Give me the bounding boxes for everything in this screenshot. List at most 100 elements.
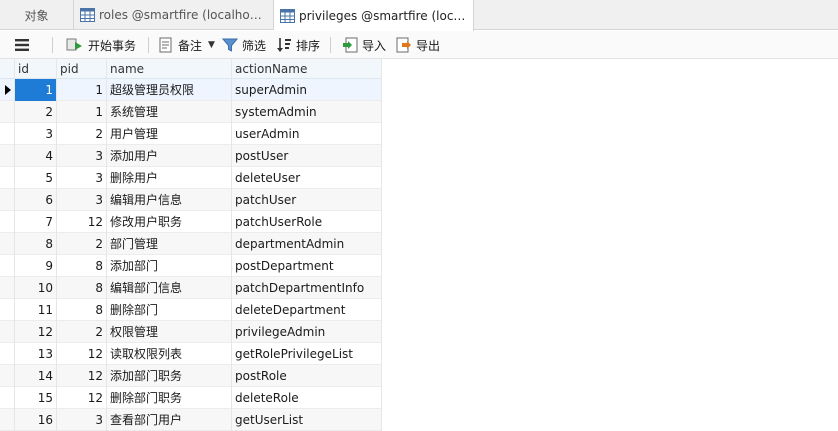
row-indicator[interactable]: [0, 299, 15, 321]
table-row[interactable]: 13 12 读取权限列表 getRolePrivilegeList: [0, 343, 382, 365]
table-row[interactable]: 12 2 权限管理 privilegeAdmin: [0, 321, 382, 343]
cell-actionname[interactable]: postUser: [232, 145, 382, 167]
cell-pid[interactable]: 2: [57, 123, 107, 145]
cell-name[interactable]: 修改用户职务: [107, 211, 232, 233]
table-row[interactable]: 16 3 查看部门用户 getUserList: [0, 409, 382, 431]
table-row[interactable]: 3 2 用户管理 userAdmin: [0, 123, 382, 145]
cell-id[interactable]: 6: [15, 189, 57, 211]
cell-actionname[interactable]: postDepartment: [232, 255, 382, 277]
cell-pid[interactable]: 12: [57, 343, 107, 365]
column-header-name[interactable]: name: [107, 59, 232, 79]
cell-name[interactable]: 编辑部门信息: [107, 277, 232, 299]
row-indicator[interactable]: [0, 343, 15, 365]
cell-name[interactable]: 编辑用户信息: [107, 189, 232, 211]
cell-pid[interactable]: 3: [57, 189, 107, 211]
table-row[interactable]: 14 12 添加部门职务 postRole: [0, 365, 382, 387]
column-header-id[interactable]: id: [15, 59, 57, 79]
row-indicator[interactable]: [0, 211, 15, 233]
cell-id[interactable]: 4: [15, 145, 57, 167]
menu-button[interactable]: [14, 35, 34, 55]
cell-id[interactable]: 5: [15, 167, 57, 189]
memo-button[interactable]: 备注 ▼: [158, 35, 215, 55]
cell-pid[interactable]: 1: [57, 79, 107, 101]
table-row[interactable]: 11 8 删除部门 deleteDepartment: [0, 299, 382, 321]
sort-button[interactable]: 排序: [276, 35, 320, 55]
table-row[interactable]: 9 8 添加部门 postDepartment: [0, 255, 382, 277]
cell-actionname[interactable]: deleteRole: [232, 387, 382, 409]
row-indicator[interactable]: [0, 233, 15, 255]
cell-id[interactable]: 11: [15, 299, 57, 321]
cell-id[interactable]: 12: [15, 321, 57, 343]
cell-actionname[interactable]: getRolePrivilegeList: [232, 343, 382, 365]
cell-actionname[interactable]: userAdmin: [232, 123, 382, 145]
table-row[interactable]: 8 2 部门管理 departmentAdmin: [0, 233, 382, 255]
tab-roles[interactable]: roles @smartfire (localhost_...: [74, 0, 274, 30]
column-header-actionname[interactable]: actionName: [232, 59, 382, 79]
cell-name[interactable]: 用户管理: [107, 123, 232, 145]
row-indicator[interactable]: [0, 277, 15, 299]
cell-actionname[interactable]: deleteUser: [232, 167, 382, 189]
cell-name[interactable]: 添加用户: [107, 145, 232, 167]
cell-id[interactable]: 8: [15, 233, 57, 255]
cell-actionname[interactable]: departmentAdmin: [232, 233, 382, 255]
row-indicator[interactable]: [0, 365, 15, 387]
row-indicator[interactable]: [0, 101, 15, 123]
cell-actionname[interactable]: patchUser: [232, 189, 382, 211]
cell-actionname[interactable]: postRole: [232, 365, 382, 387]
table-row[interactable]: 7 12 修改用户职务 patchUserRole: [0, 211, 382, 233]
row-indicator[interactable]: [0, 167, 15, 189]
row-indicator[interactable]: [0, 79, 15, 101]
cell-id[interactable]: 2: [15, 101, 57, 123]
cell-id[interactable]: 16: [15, 409, 57, 431]
cell-pid[interactable]: 3: [57, 145, 107, 167]
cell-name[interactable]: 添加部门职务: [107, 365, 232, 387]
cell-actionname[interactable]: getUserList: [232, 409, 382, 431]
cell-name[interactable]: 超级管理员权限: [107, 79, 232, 101]
cell-id[interactable]: 1: [15, 79, 57, 101]
cell-actionname[interactable]: patchUserRole: [232, 211, 382, 233]
table-row[interactable]: 6 3 编辑用户信息 patchUser: [0, 189, 382, 211]
table-row[interactable]: 2 1 系统管理 systemAdmin: [0, 101, 382, 123]
cell-pid[interactable]: 12: [57, 387, 107, 409]
import-button[interactable]: 导入: [342, 35, 386, 55]
tab-privileges[interactable]: privileges @smartfire (local...: [274, 0, 474, 31]
tab-objects[interactable]: 对象: [0, 0, 74, 30]
cell-name[interactable]: 部门管理: [107, 233, 232, 255]
column-header-pid[interactable]: pid: [57, 59, 107, 79]
cell-pid[interactable]: 8: [57, 277, 107, 299]
cell-name[interactable]: 删除用户: [107, 167, 232, 189]
row-indicator[interactable]: [0, 189, 15, 211]
filter-button[interactable]: 筛选: [222, 35, 266, 55]
row-indicator[interactable]: [0, 255, 15, 277]
cell-actionname[interactable]: patchDepartmentInfo: [232, 277, 382, 299]
table-row[interactable]: 5 3 删除用户 deleteUser: [0, 167, 382, 189]
cell-name[interactable]: 权限管理: [107, 321, 232, 343]
cell-actionname[interactable]: superAdmin: [232, 79, 382, 101]
cell-pid[interactable]: 12: [57, 211, 107, 233]
cell-name[interactable]: 读取权限列表: [107, 343, 232, 365]
row-indicator[interactable]: [0, 145, 15, 167]
cell-name[interactable]: 系统管理: [107, 101, 232, 123]
row-indicator[interactable]: [0, 123, 15, 145]
table-row[interactable]: 1 1 超级管理员权限 superAdmin: [0, 79, 382, 101]
chevron-down-icon[interactable]: ▼: [208, 40, 215, 50]
table-row[interactable]: 10 8 编辑部门信息 patchDepartmentInfo: [0, 277, 382, 299]
cell-pid[interactable]: 12: [57, 365, 107, 387]
cell-id[interactable]: 13: [15, 343, 57, 365]
row-indicator[interactable]: [0, 387, 15, 409]
cell-id[interactable]: 15: [15, 387, 57, 409]
cell-actionname[interactable]: deleteDepartment: [232, 299, 382, 321]
row-indicator[interactable]: [0, 321, 15, 343]
cell-name[interactable]: 查看部门用户: [107, 409, 232, 431]
cell-id[interactable]: 10: [15, 277, 57, 299]
cell-name[interactable]: 删除部门职务: [107, 387, 232, 409]
cell-id[interactable]: 9: [15, 255, 57, 277]
table-row[interactable]: 15 12 删除部门职务 deleteRole: [0, 387, 382, 409]
begin-transaction-button[interactable]: 开始事务: [66, 35, 136, 55]
row-indicator[interactable]: [0, 409, 15, 431]
cell-pid[interactable]: 8: [57, 299, 107, 321]
cell-pid[interactable]: 2: [57, 233, 107, 255]
cell-name[interactable]: 删除部门: [107, 299, 232, 321]
cell-id[interactable]: 7: [15, 211, 57, 233]
cell-actionname[interactable]: privilegeAdmin: [232, 321, 382, 343]
